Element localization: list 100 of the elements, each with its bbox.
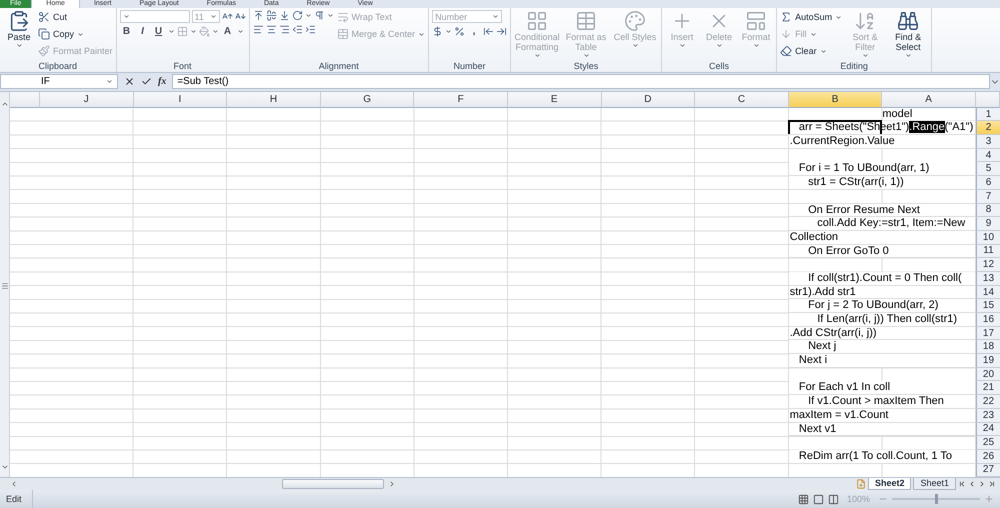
ribbon-button[interactable]: Find & Select bbox=[888, 10, 928, 59]
page-break-icon[interactable] bbox=[828, 494, 839, 505]
scroll-left-icon[interactable] bbox=[10, 480, 18, 488]
caret-icon bbox=[492, 13, 500, 20]
column-header[interactable]: F bbox=[414, 92, 508, 108]
insert-function-button[interactable]: fx bbox=[158, 76, 166, 88]
code-cell: If Len(arr(i, j)) Then coll(str1) bbox=[788, 313, 976, 327]
code-cell: maxItem = v1.Count bbox=[788, 408, 976, 423]
sigma-icon bbox=[780, 11, 792, 23]
middle-align-icon bbox=[266, 10, 277, 21]
status-mode: Edit bbox=[0, 490, 33, 508]
palette-icon bbox=[624, 10, 646, 32]
normal-view-icon[interactable] bbox=[798, 494, 809, 505]
font-color-button[interactable]: A bbox=[220, 26, 235, 37]
next-sheet-icon[interactable] bbox=[978, 480, 986, 488]
paintbrush-icon bbox=[38, 45, 50, 57]
align-left-icon bbox=[252, 24, 264, 35]
row-header[interactable]: 12 bbox=[976, 258, 1000, 272]
scroll-thumb[interactable] bbox=[282, 479, 384, 490]
caret-icon bbox=[752, 42, 760, 49]
copy-icon bbox=[38, 28, 50, 40]
ribbon-button[interactable]: Paste bbox=[3, 10, 35, 49]
italic-button[interactable]: I bbox=[136, 26, 150, 37]
bold-button[interactable]: B bbox=[120, 26, 134, 37]
last-sheet-icon[interactable] bbox=[988, 480, 996, 488]
ribbon-button[interactable]: Clear bbox=[780, 44, 827, 58]
sheet-tab[interactable]: Sheet1 bbox=[913, 478, 956, 490]
merge-cells-icon bbox=[336, 28, 349, 40]
dollar-icon bbox=[432, 26, 444, 37]
caret-icon bbox=[820, 48, 827, 54]
ribbon-button[interactable]: AutoSum bbox=[780, 10, 842, 24]
sheet-tab[interactable]: Sheet2 bbox=[868, 478, 912, 490]
caret-icon bbox=[810, 30, 817, 38]
code-cell: Collection bbox=[788, 230, 976, 245]
page-layout-icon[interactable] bbox=[812, 494, 824, 505]
caret-icon bbox=[168, 28, 175, 35]
column-header[interactable]: G bbox=[320, 92, 414, 108]
first-sheet-icon[interactable] bbox=[958, 480, 966, 488]
row-header[interactable]: 5 bbox=[976, 162, 1000, 176]
align-right-icon bbox=[278, 24, 290, 35]
group-title: Styles bbox=[572, 60, 600, 72]
code-cell: str1 = CStr(arr(i, 1)) bbox=[788, 176, 976, 190]
code-cell: For i = 1 To UBound(arr, 1) bbox=[788, 162, 976, 176]
row-header[interactable]: 2 bbox=[976, 121, 1000, 136]
code-cell: str1).Add str1 bbox=[788, 286, 976, 300]
code-cell: For j = 2 To UBound(arr, 2) bbox=[788, 299, 976, 314]
caret-icon bbox=[418, 30, 426, 38]
ribbon-button[interactable]: Copy bbox=[38, 27, 84, 41]
row-header[interactable]: 20 bbox=[976, 368, 1000, 382]
code-cell: .Add CStr(arr(i, j)) bbox=[788, 326, 976, 340]
paint-bucket-icon bbox=[198, 26, 210, 37]
column-header[interactable]: B bbox=[788, 92, 882, 108]
binoculars-icon bbox=[897, 10, 920, 32]
row-header[interactable]: 19 bbox=[976, 354, 1000, 368]
scroll-thumb-icon[interactable] bbox=[0, 282, 8, 290]
column-header[interactable]: C bbox=[695, 92, 789, 108]
row-header[interactable]: 15 bbox=[976, 299, 1000, 314]
row-header[interactable]: 1 bbox=[976, 108, 1000, 122]
column-header[interactable]: D bbox=[602, 92, 696, 108]
code-cell: Next i bbox=[788, 354, 976, 368]
caret-icon bbox=[534, 52, 541, 59]
row-header[interactable]: 9 bbox=[976, 217, 1000, 231]
table-icon bbox=[575, 10, 598, 32]
code-cell: On Error Resume Next bbox=[788, 204, 976, 218]
row-header[interactable]: 21 bbox=[976, 381, 1000, 396]
scroll-right-icon[interactable] bbox=[388, 480, 396, 488]
caret-icon bbox=[835, 14, 842, 20]
grid-icon bbox=[526, 10, 548, 32]
row-header[interactable]: 7 bbox=[976, 190, 1000, 204]
cancel-icon[interactable] bbox=[124, 76, 135, 88]
underline-button[interactable]: U bbox=[152, 26, 166, 37]
caret-icon bbox=[236, 28, 244, 35]
row-header[interactable]: 3 bbox=[976, 135, 1000, 149]
column-header[interactable]: H bbox=[227, 92, 321, 108]
name-box[interactable]: IF bbox=[0, 74, 118, 90]
row-header[interactable]: 6 bbox=[976, 176, 1000, 190]
zoom-thumb[interactable] bbox=[934, 494, 938, 504]
comma-style-button[interactable]: , bbox=[467, 26, 482, 37]
caret-icon bbox=[16, 42, 22, 49]
row-header[interactable]: 25 bbox=[976, 436, 1000, 450]
code-cell: On Error GoTo 0 bbox=[788, 244, 976, 258]
column-header[interactable]: E bbox=[508, 92, 602, 108]
row-header[interactable]: 4 bbox=[976, 148, 1000, 162]
group-title: Font bbox=[172, 60, 193, 72]
scissors-icon bbox=[38, 11, 50, 23]
caret-icon bbox=[190, 28, 197, 35]
previous-sheet-icon[interactable] bbox=[968, 480, 976, 488]
row-header[interactable]: 27 bbox=[976, 464, 1000, 478]
row-header[interactable]: 18 bbox=[976, 340, 1000, 354]
column-header[interactable]: I bbox=[134, 92, 228, 108]
caret-icon bbox=[678, 42, 686, 49]
top-align-icon bbox=[252, 10, 264, 21]
formula-field[interactable]: =Sub Test() bbox=[172, 74, 990, 90]
ribbon-button[interactable]: Cut bbox=[38, 10, 68, 24]
row-header[interactable]: 16 bbox=[976, 313, 1000, 327]
group-title: Cells bbox=[708, 60, 730, 72]
group-title: Editing bbox=[839, 60, 869, 72]
row-header[interactable]: 22 bbox=[976, 395, 1000, 409]
column-header[interactable]: A bbox=[882, 92, 976, 108]
column-header[interactable]: J bbox=[40, 92, 134, 108]
